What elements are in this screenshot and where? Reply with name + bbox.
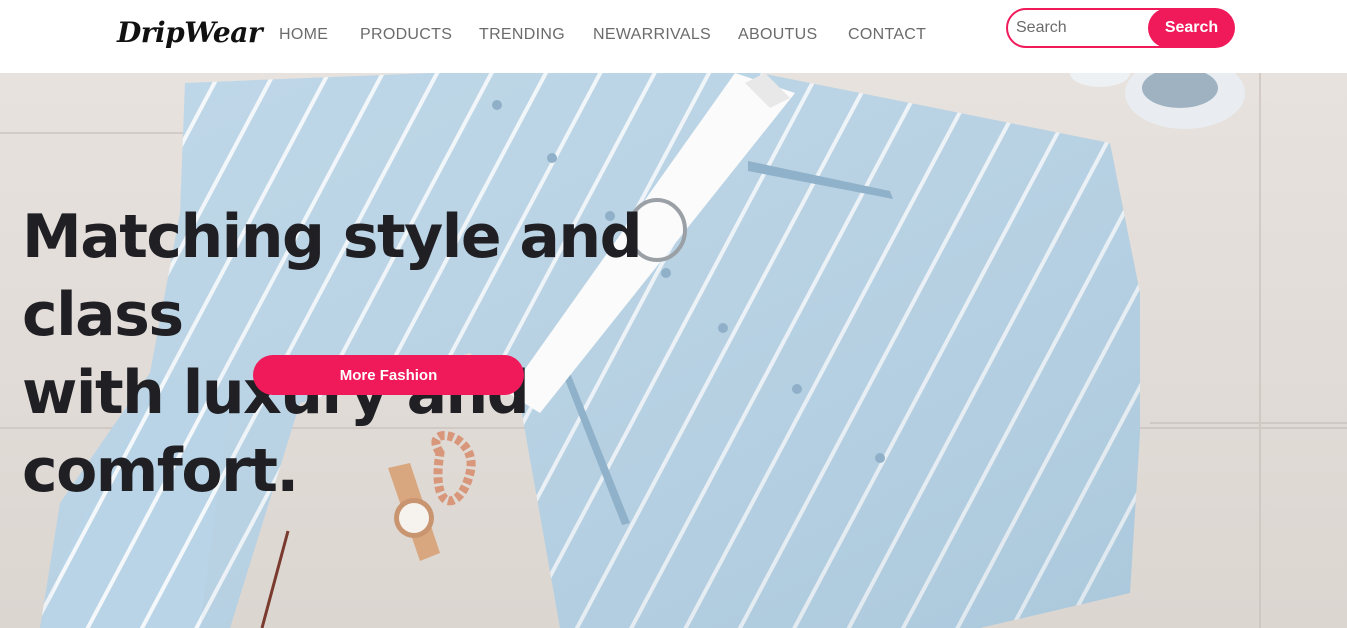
- search-form: Search: [1006, 8, 1235, 48]
- nav-item-trending[interactable]: TRENDING: [479, 26, 565, 44]
- hero-headline: Matching style and class with luxury and…: [22, 198, 802, 510]
- nav-item-aboutus[interactable]: ABOUTUS: [738, 26, 817, 44]
- more-fashion-button[interactable]: More Fashion: [253, 355, 524, 395]
- hero-headline-line1: Matching style and class: [22, 202, 643, 350]
- nav-item-products[interactable]: PRODUCTS: [360, 26, 452, 44]
- nav-item-home[interactable]: HOME: [279, 26, 328, 44]
- search-button[interactable]: Search: [1148, 8, 1235, 48]
- top-navbar: DripWear HOME PRODUCTS TRENDING NEWARRIV…: [0, 0, 1347, 73]
- nav-item-contact[interactable]: CONTACT: [848, 26, 926, 44]
- nav-item-newarrivals[interactable]: NEWARRIVALS: [593, 26, 711, 44]
- hero-banner: Matching style and class with luxury and…: [0, 73, 1347, 628]
- search-input[interactable]: [1016, 10, 1148, 46]
- sneaker-icon: [1070, 73, 1245, 129]
- brand-logo[interactable]: DripWear: [117, 16, 263, 49]
